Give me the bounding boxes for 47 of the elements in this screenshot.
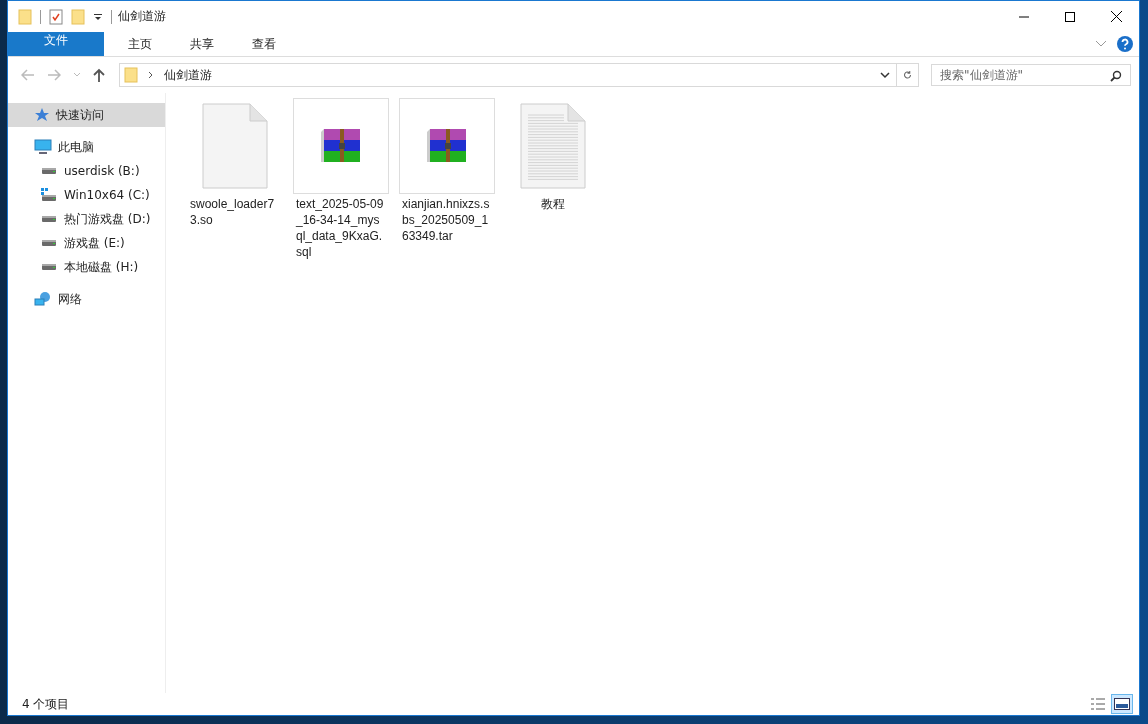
drive-icon [41, 215, 57, 223]
chevron-right-icon[interactable] [148, 71, 154, 79]
up-arrow-icon[interactable] [93, 68, 105, 82]
thumbnail-frame[interactable] [293, 98, 389, 194]
ribbon-tab[interactable]: 查看 [238, 32, 290, 56]
thumbnail-frame[interactable] [399, 98, 495, 194]
properties-icon[interactable] [49, 8, 63, 25]
network-icon [34, 291, 52, 307]
refresh-button[interactable] [897, 63, 919, 87]
drive-icon [41, 167, 57, 175]
ribbon-tab[interactable]: 共享 [176, 32, 228, 56]
sidebar-item[interactable]: 快速访问 [8, 103, 165, 127]
sidebar-item[interactable]: 热门游戏盘 (D:) [8, 207, 165, 231]
sidebar-item[interactable]: userdisk (B:) [8, 159, 165, 183]
sidebar-item[interactable]: 此电脑 [8, 135, 165, 159]
breadcrumb[interactable]: 仙剑道游 [164, 66, 212, 84]
archive-books-icon [426, 128, 468, 164]
monitor-icon [34, 139, 52, 155]
chevron-icon[interactable] [880, 71, 890, 79]
sidebar-item[interactable]: 网络 [8, 287, 165, 311]
file-name[interactable]: swoole_loader73.so [190, 196, 280, 228]
sidebar-item[interactable]: Win10x64 (C:) [8, 183, 165, 207]
search-icon [1110, 70, 1122, 82]
address-bar[interactable]: 仙剑道游 [119, 63, 897, 87]
archive-books-icon [320, 128, 362, 164]
sidebar-item[interactable]: 游戏盘 (E:) [8, 231, 165, 255]
close-icon[interactable] [1110, 11, 1122, 22]
help-icon[interactable] [1117, 36, 1133, 52]
sidebar-item[interactable]: 本地磁盘 (H:) [8, 255, 165, 279]
file-name[interactable]: 教程 [508, 196, 598, 212]
drive-icon [41, 263, 57, 271]
window-title: 仙剑道游 [118, 8, 166, 25]
minimize-icon[interactable] [1019, 15, 1029, 18]
maximize-icon[interactable] [1065, 11, 1075, 22]
item-count: 4 个项目 [22, 695, 70, 713]
folder-icon [124, 67, 138, 83]
dropdown-icon[interactable] [93, 11, 103, 22]
search-field[interactable]: 搜索"仙剑道游" [931, 64, 1131, 86]
large-icons-view-button[interactable] [1111, 694, 1133, 714]
star-icon [34, 107, 50, 123]
file-name[interactable]: text_2025-05-09_16-34-14_mysql_data_9KxaG.sql [296, 196, 386, 260]
refresh-icon[interactable] [903, 69, 912, 81]
file-name[interactable]: xianjian.hnixzs.sbs_20250509_163349.tar [402, 196, 492, 244]
drive-icon [41, 239, 57, 247]
ribbon-tab[interactable]: 主页 [114, 32, 166, 56]
folder-icon [18, 8, 32, 25]
drive-icon [41, 188, 57, 202]
